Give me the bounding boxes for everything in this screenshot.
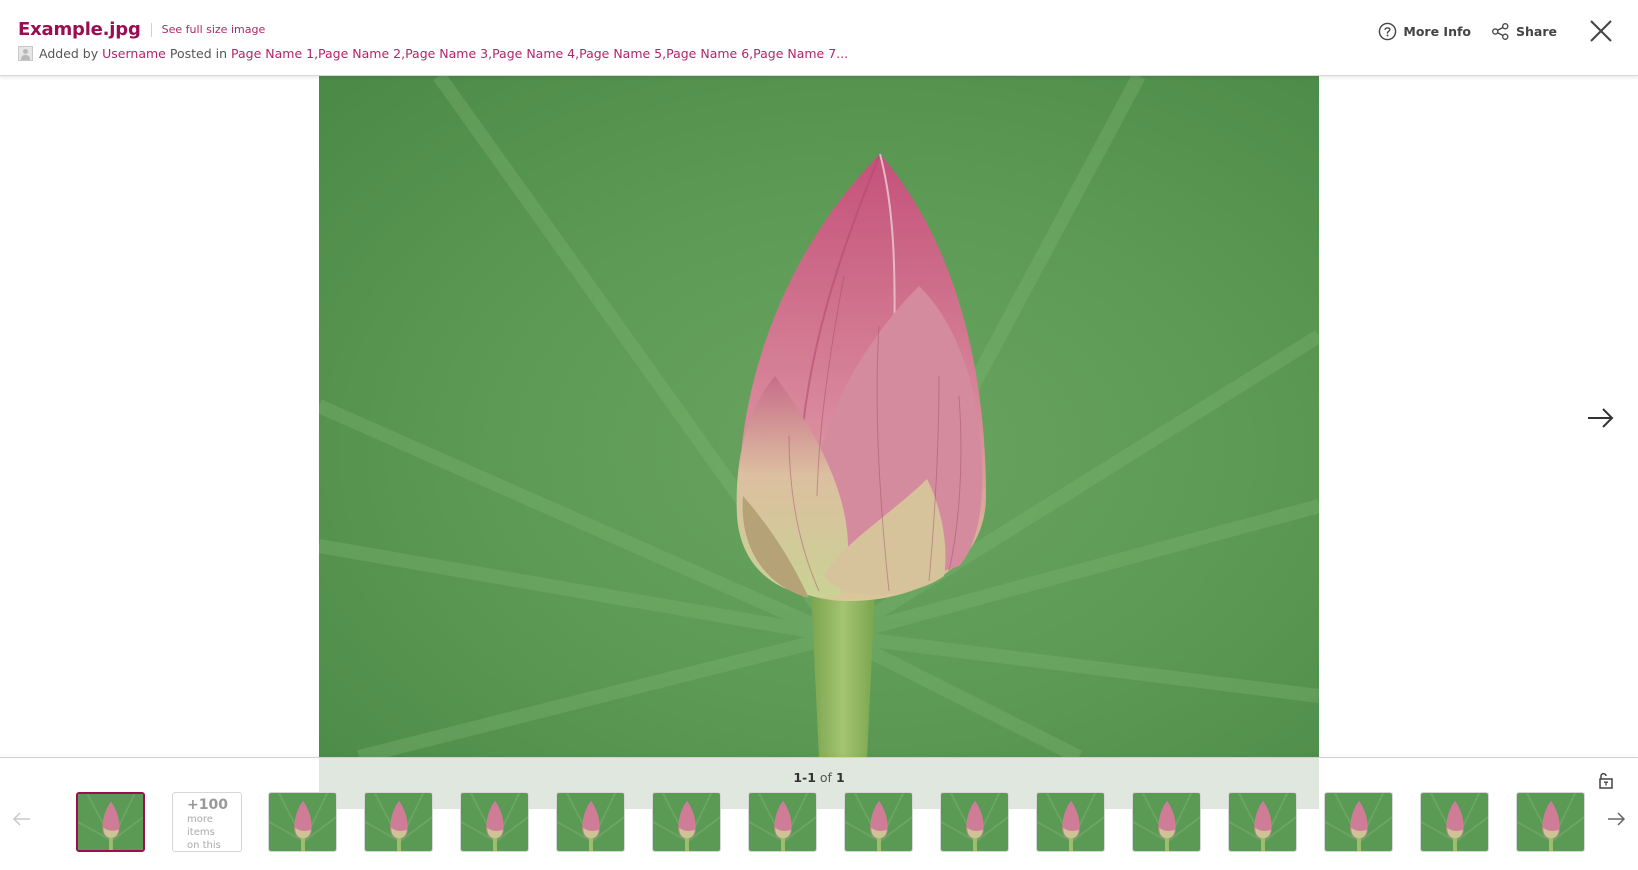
next-image-arrow-icon[interactable] [1585, 405, 1615, 431]
thumbnail[interactable] [268, 792, 337, 852]
filmstrip-divider [0, 757, 1638, 758]
added-by-label: Added by [39, 46, 99, 61]
thumbnail[interactable] [556, 792, 625, 852]
thumbnail[interactable] [940, 792, 1009, 852]
header-actions: More Info Share [1378, 0, 1638, 62]
posted-in-label: Posted in [169, 46, 228, 61]
thumbnail[interactable] [748, 792, 817, 852]
page-link[interactable]: Page Name 6, [666, 46, 753, 61]
share-nodes-icon [1492, 22, 1509, 40]
share-button[interactable]: Share [1491, 22, 1557, 41]
lotus-bud-photo [319, 76, 1319, 757]
thumbnail-image [557, 793, 624, 851]
thumbnail-image [365, 793, 432, 851]
file-title: Example.jpg [18, 19, 141, 40]
counter-of: of [819, 770, 832, 785]
filmstrip-next-arrow-icon[interactable] [1606, 810, 1626, 828]
counter-total: 1 [835, 770, 845, 785]
title-divider [150, 22, 152, 37]
thumbnail[interactable] [460, 792, 529, 852]
image-counter: 1-1 of 1 [0, 770, 1638, 785]
more-items-tile[interactable]: +100 more items on this [172, 792, 242, 852]
counter-range: 1-1 [793, 770, 816, 785]
thumbnail-image [1325, 793, 1392, 851]
page-link[interactable]: Page Name 5, [579, 46, 666, 61]
page-link[interactable]: Page Name 1, [231, 46, 318, 61]
thumbnail[interactable] [1420, 792, 1489, 852]
main-image[interactable] [319, 59, 1319, 809]
thumbnail-image [653, 793, 720, 851]
user-avatar-icon [18, 46, 33, 61]
thumbnail[interactable] [1516, 792, 1585, 852]
thumbnail[interactable] [1036, 792, 1105, 852]
title-row: Example.jpg See full size image [18, 19, 265, 40]
thumbnail[interactable] [1324, 792, 1393, 852]
viewer-header: Example.jpg See full size image Added by… [0, 0, 1638, 76]
thumbnail-image [1517, 793, 1584, 851]
more-info-label: More Info [1403, 23, 1472, 39]
more-items-text: more items on this [187, 814, 221, 851]
thumbnail-image [941, 793, 1008, 851]
page-link[interactable]: Page Name 2, [318, 46, 405, 61]
thumbnail-image [1037, 793, 1104, 851]
thumbnail[interactable] [652, 792, 721, 852]
thumbnail-image [78, 794, 143, 850]
meta-row: Added by Username Posted in Page Name 1,… [18, 46, 848, 61]
see-full-size-link[interactable]: See full size image [162, 23, 266, 36]
question-circle-icon [1379, 22, 1397, 40]
close-icon[interactable] [1589, 19, 1613, 43]
page-link[interactable]: Page Name 4, [492, 46, 579, 61]
thumbnail-image [461, 793, 528, 851]
more-info-button[interactable]: More Info [1378, 22, 1471, 41]
thumbnail-image [1229, 793, 1296, 851]
page-link[interactable]: Page Name 3, [405, 46, 492, 61]
share-label: Share [1516, 23, 1557, 39]
thumbnail-image [1421, 793, 1488, 851]
thumbnail-image [269, 793, 336, 851]
thumbnail-selected[interactable] [76, 792, 145, 852]
thumbnail-image [749, 793, 816, 851]
filmstrip-prev-arrow-icon[interactable] [12, 810, 32, 828]
thumbnail[interactable] [364, 792, 433, 852]
more-items-count: +100 [187, 797, 228, 813]
unlock-icon[interactable] [1597, 771, 1615, 789]
thumbnail-image [845, 793, 912, 851]
username-link[interactable]: Username [102, 46, 166, 61]
page-link[interactable]: Page Name 7... [753, 46, 848, 61]
thumbnail[interactable] [844, 792, 913, 852]
thumbnail-image [1133, 793, 1200, 851]
thumbnail[interactable] [1132, 792, 1201, 852]
thumbnail[interactable] [1228, 792, 1297, 852]
